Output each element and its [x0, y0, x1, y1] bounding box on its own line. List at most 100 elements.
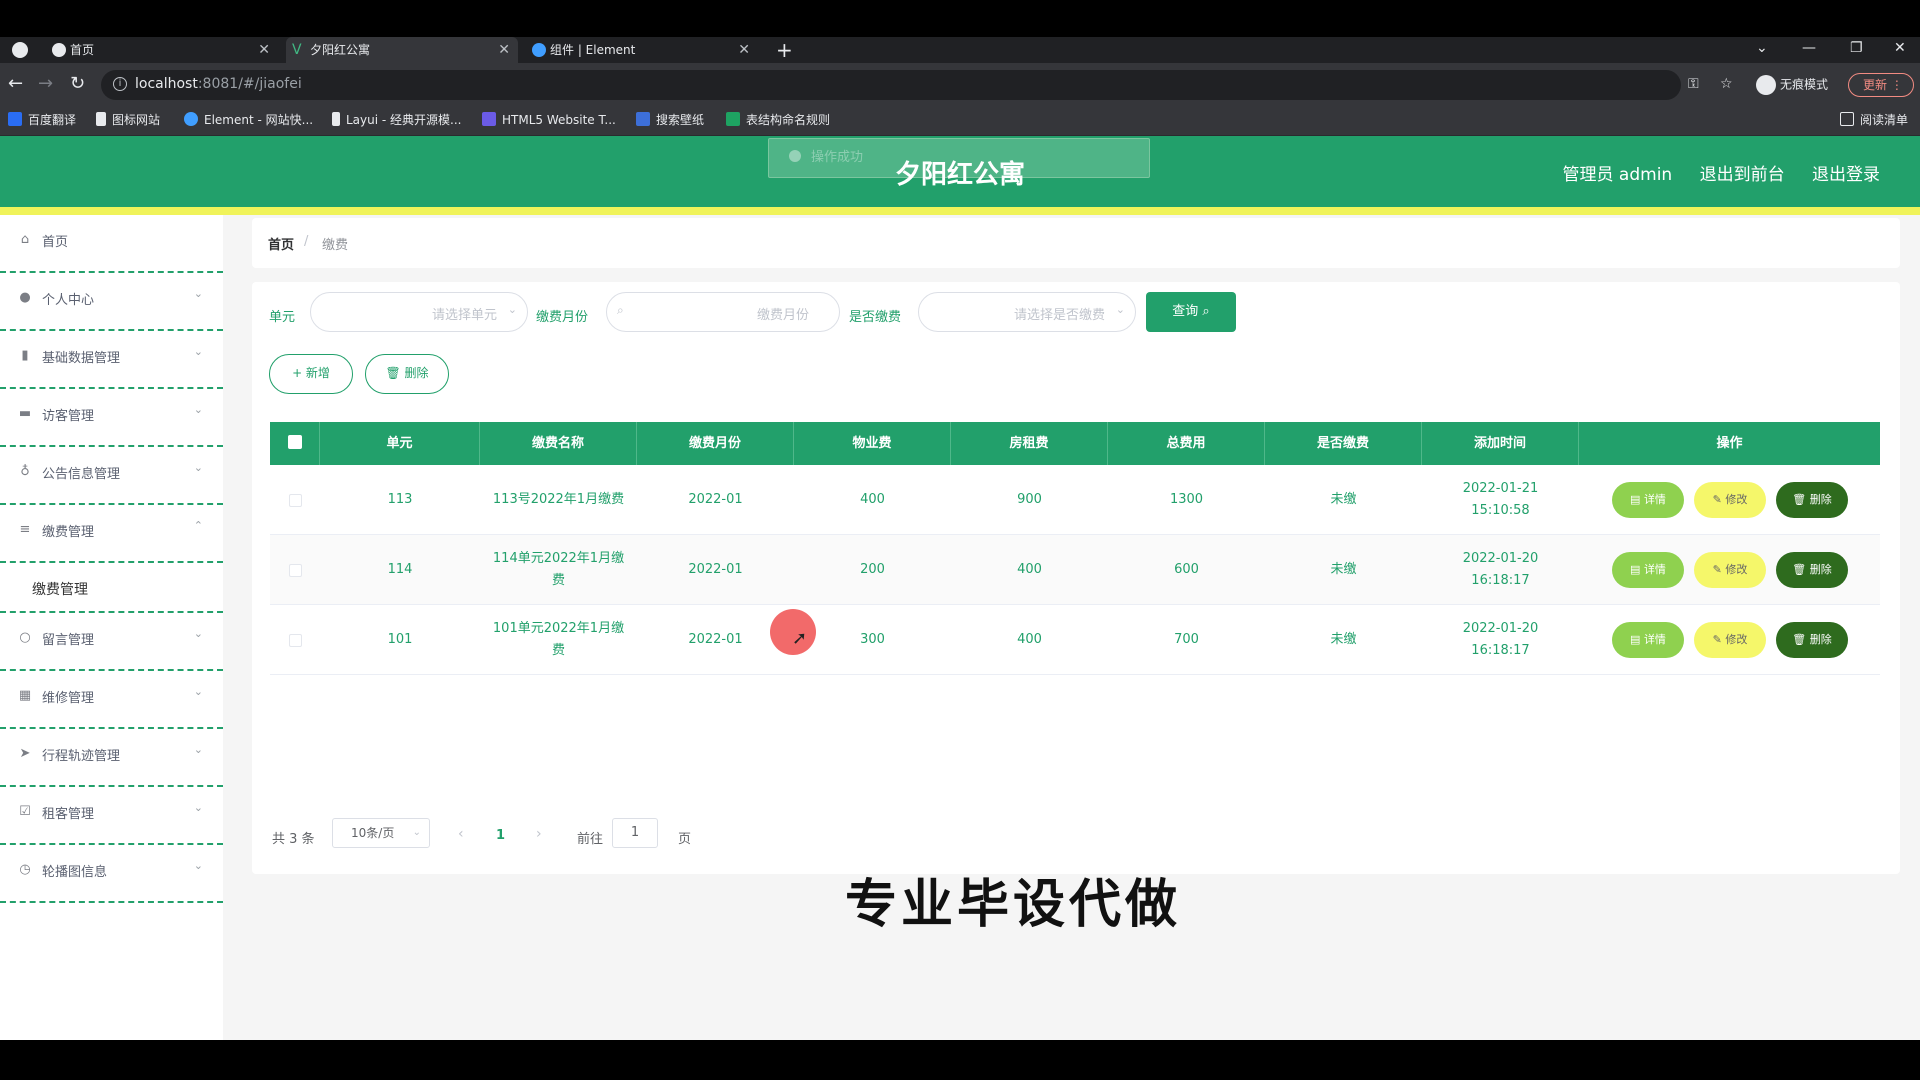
- sidebar-item-home[interactable]: ⌂ 首页: [0, 215, 223, 273]
- sidebar-item-personal[interactable]: ● 个人中心 ⌄: [0, 273, 223, 331]
- row-checkbox[interactable]: [270, 605, 320, 675]
- sidebar-subitem-payment[interactable]: 缴费管理: [0, 563, 223, 613]
- breadcrumb-separator: /: [304, 234, 309, 249]
- sidebar-item-message[interactable]: ○ 留言管理 ⌄: [0, 613, 223, 671]
- edit-button[interactable]: ✎ 修改: [1694, 482, 1766, 518]
- chevron-down-icon: ⌄: [412, 827, 421, 838]
- chevron-down-icon: ⌄: [193, 801, 203, 814]
- bookmark-item[interactable]: HTML5 Website T...: [482, 112, 616, 128]
- sidebar-item-repair[interactable]: ▦ 维修管理 ⌄: [0, 671, 223, 729]
- select-all-checkbox[interactable]: [270, 422, 320, 465]
- site-info-icon[interactable]: i: [113, 77, 127, 91]
- checkbox-icon: ☑: [19, 804, 31, 819]
- row-checkbox[interactable]: [270, 465, 320, 535]
- query-button[interactable]: 查询 ⌕: [1146, 292, 1236, 332]
- sidebar-item-label: 访客管理: [42, 409, 95, 424]
- cell-paid: 未缴: [1330, 562, 1357, 577]
- page-size-select[interactable]: 10条/页 ⌄: [332, 818, 430, 848]
- chevron-down-icon: ⌄: [193, 461, 203, 474]
- to-front-link[interactable]: 退出到前台: [1700, 165, 1785, 185]
- bookmark-label: 搜索壁纸: [656, 113, 705, 127]
- page-suffix: 页: [678, 832, 692, 847]
- sidebar-item-label: 租客管理: [42, 807, 95, 822]
- new-tab-icon[interactable]: +: [776, 37, 793, 63]
- url-text[interactable]: localhost:8081/#/jiaofei: [135, 76, 302, 92]
- bookmark-item[interactable]: 图标网站: [96, 112, 160, 128]
- page-number[interactable]: 1: [496, 828, 505, 843]
- cell-property-fee: 400: [860, 492, 885, 507]
- sidebar-subitem-label: 缴费管理: [32, 582, 88, 598]
- minimize-icon[interactable]: —: [1802, 37, 1816, 59]
- back-icon[interactable]: ←: [8, 73, 23, 94]
- sidebar: ⌂ 首页 ● 个人中心 ⌄ ▮ 基础数据管理 ⌄ ▬ 访客管理 ⌄ ♁ 公告信息…: [0, 215, 223, 1040]
- bookmark-label: 图标网站: [112, 113, 161, 127]
- detail-button[interactable]: ▤ 详情: [1612, 552, 1684, 588]
- detail-label: 详情: [1643, 563, 1666, 576]
- reading-list[interactable]: 阅读清单: [1840, 112, 1908, 128]
- forward-icon[interactable]: →: [38, 73, 53, 94]
- add-button[interactable]: + 新增: [269, 354, 353, 394]
- restore-icon[interactable]: ❐: [1850, 37, 1863, 59]
- close-tab-icon[interactable]: ✕: [738, 37, 750, 63]
- tab-search-icon[interactable]: [12, 42, 28, 58]
- sidebar-item-tenant[interactable]: ☑ 租客管理 ⌄: [0, 787, 223, 845]
- update-button[interactable]: 更新 ⋮: [1848, 73, 1914, 97]
- breadcrumb-home[interactable]: 首页: [268, 234, 294, 253]
- tab-list-icon[interactable]: ⌄: [1756, 37, 1768, 59]
- chevron-down-icon: ⌄: [193, 743, 203, 756]
- bookmark-item[interactable]: 百度翻译: [8, 112, 76, 128]
- incognito-indicator[interactable]: 无痕模式: [1756, 75, 1828, 95]
- delete-button[interactable]: 🗑 删除: [1776, 552, 1848, 588]
- paid-select[interactable]: 请选择是否缴费 ⌄: [918, 292, 1136, 332]
- cell-total: 700: [1174, 632, 1199, 647]
- chevron-down-icon: ⌄: [507, 303, 517, 316]
- delete-button[interactable]: 🗑 删除: [1776, 622, 1848, 658]
- tab-title: 夕阳红公寓: [310, 43, 371, 57]
- browser-tab-element[interactable]: 组件 | Element ✕: [526, 37, 758, 63]
- prev-page-icon[interactable]: ‹: [458, 826, 464, 842]
- column-header: 总费用: [1108, 422, 1265, 465]
- sidebar-item-carousel[interactable]: ◷ 轮播图信息 ⌄: [0, 845, 223, 903]
- edit-button[interactable]: ✎ 修改: [1694, 552, 1766, 588]
- browser-tab-home[interactable]: 首页 ✕: [46, 37, 278, 63]
- table-icon: [726, 112, 740, 126]
- sidebar-item-notice[interactable]: ♁ 公告信息管理 ⌄: [0, 447, 223, 505]
- checkbox-icon: [288, 563, 302, 577]
- detail-button[interactable]: ▤ 详情: [1612, 482, 1684, 518]
- month-search-input[interactable]: ⌕ 缴费月份: [606, 292, 840, 332]
- checkbox-icon: [287, 435, 302, 449]
- sidebar-item-trip[interactable]: ➤ 行程轨迹管理 ⌄: [0, 729, 223, 787]
- goto-page-input[interactable]: 1: [612, 818, 658, 848]
- logout-link[interactable]: 退出登录: [1812, 165, 1880, 185]
- sidebar-item-basedata[interactable]: ▮ 基础数据管理 ⌄: [0, 331, 223, 389]
- close-tab-icon[interactable]: ✕: [498, 37, 510, 63]
- bookmark-item[interactable]: 表结构命名规则: [726, 112, 830, 128]
- bookmark-item[interactable]: Element - 网站快...: [184, 112, 313, 128]
- home-icon: ⌂: [20, 232, 30, 247]
- detail-button[interactable]: ▤ 详情: [1612, 622, 1684, 658]
- mic-icon: ♁: [20, 464, 30, 479]
- omnibox[interactable]: i localhost:8081/#/jiaofei: [101, 70, 1681, 100]
- translate-icon: [8, 112, 22, 126]
- sidebar-item-payment[interactable]: ≡ 缴费管理 ⌃: [0, 505, 223, 563]
- bookmark-item[interactable]: 搜索壁纸: [636, 112, 704, 128]
- unit-select[interactable]: 请选择单元 ⌄: [310, 292, 528, 332]
- update-label: 更新: [1863, 78, 1888, 92]
- edit-button[interactable]: ✎ 修改: [1694, 622, 1766, 658]
- delete-button[interactable]: 🗑 删除: [1776, 482, 1848, 518]
- table-row: 113 113号2022年1月缴费 2022-01 400 900 1300 未…: [270, 465, 1880, 535]
- window-close-icon[interactable]: ✕: [1894, 37, 1906, 59]
- sidebar-item-label: 行程轨迹管理: [42, 749, 121, 764]
- browser-tab-app[interactable]: V 夕阳红公寓 ✕: [286, 37, 518, 63]
- sidebar-item-visitor[interactable]: ▬ 访客管理 ⌄: [0, 389, 223, 447]
- batch-delete-button[interactable]: 🗑 删除: [365, 354, 449, 394]
- close-tab-icon[interactable]: ✕: [258, 37, 270, 63]
- detail-label: 详情: [1643, 633, 1666, 646]
- next-page-icon[interactable]: ›: [536, 826, 542, 842]
- address-toolbar: ← → ↻ i localhost:8081/#/jiaofei ⚿ ☆ 无痕模…: [0, 63, 1920, 106]
- star-icon[interactable]: ☆: [1720, 76, 1733, 92]
- reload-icon[interactable]: ↻: [70, 73, 85, 94]
- bookmark-item[interactable]: Layui - 经典开源模...: [332, 112, 461, 128]
- key-icon[interactable]: ⚿: [1688, 76, 1699, 92]
- row-checkbox[interactable]: [270, 535, 320, 605]
